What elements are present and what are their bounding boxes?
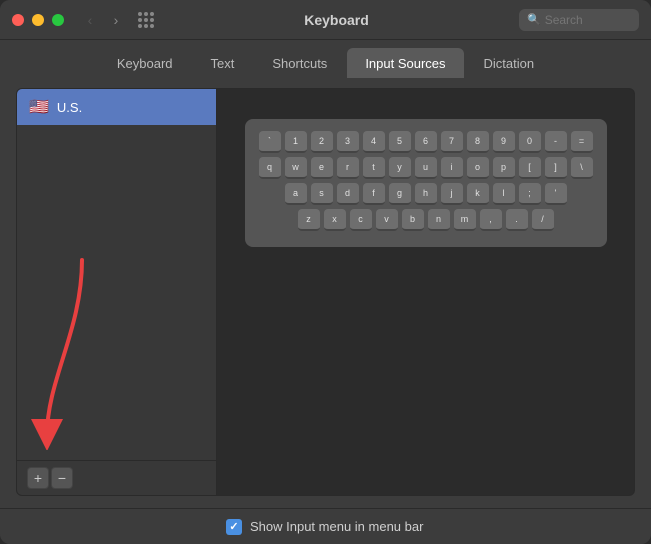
show-input-menu-label: Show Input menu in menu bar: [250, 519, 423, 534]
app-grid-icon[interactable]: [138, 12, 154, 28]
tab-keyboard[interactable]: Keyboard: [99, 48, 191, 78]
key-h: h: [415, 183, 437, 205]
key-1: 1: [285, 131, 307, 153]
tab-input-sources[interactable]: Input Sources: [347, 48, 463, 78]
key-slash: /: [532, 209, 554, 231]
search-icon: 🔍: [527, 13, 541, 26]
checkmark-icon: ✓: [229, 520, 238, 533]
remove-input-button[interactable]: −: [51, 467, 73, 489]
key-j: j: [441, 183, 463, 205]
key-period: .: [506, 209, 528, 231]
key-equals: =: [571, 131, 593, 153]
key-m: m: [454, 209, 476, 231]
key-n: n: [428, 209, 450, 231]
checkbox-container: ✓ Show Input menu in menu bar: [226, 519, 423, 535]
key-v: v: [376, 209, 398, 231]
title-bar: ‹ › Keyboard 🔍: [0, 0, 651, 40]
key-d: d: [337, 183, 359, 205]
key-w: w: [285, 157, 307, 179]
key-8: 8: [467, 131, 489, 153]
keyboard-row-2: q w e r t y u i o p [ ] \: [259, 157, 593, 179]
flag-icon: 🇺🇸: [29, 97, 49, 117]
arrow-annotation: [27, 250, 107, 450]
key-rbracket: ]: [545, 157, 567, 179]
key-z: z: [298, 209, 320, 231]
tab-text[interactable]: Text: [193, 48, 253, 78]
search-box[interactable]: 🔍: [519, 9, 639, 31]
key-o: o: [467, 157, 489, 179]
traffic-lights: [12, 14, 64, 26]
key-t: t: [363, 157, 385, 179]
key-a: a: [285, 183, 307, 205]
tab-bar: Keyboard Text Shortcuts Input Sources Di…: [0, 40, 651, 78]
key-comma: ,: [480, 209, 502, 231]
key-quote: ': [545, 183, 567, 205]
key-minus: -: [545, 131, 567, 153]
keyboard-visual: ` 1 2 3 4 5 6 7 8 9 0 - =: [245, 119, 607, 247]
panel: 🇺🇸 U.S. +: [16, 88, 635, 496]
key-f: f: [363, 183, 385, 205]
key-r: r: [337, 157, 359, 179]
sidebar-footer: + −: [17, 460, 216, 495]
key-u: u: [415, 157, 437, 179]
keyboard-row-4: z x c v b n m , . /: [259, 209, 593, 231]
key-5: 5: [389, 131, 411, 153]
nav-buttons: ‹ ›: [80, 10, 126, 30]
key-p: p: [493, 157, 515, 179]
tab-shortcuts[interactable]: Shortcuts: [254, 48, 345, 78]
key-l: l: [493, 183, 515, 205]
key-s: s: [311, 183, 333, 205]
key-6: 6: [415, 131, 437, 153]
key-e: e: [311, 157, 333, 179]
key-q: q: [259, 157, 281, 179]
content-area: 🇺🇸 U.S. +: [0, 78, 651, 508]
key-4: 4: [363, 131, 385, 153]
key-0: 0: [519, 131, 541, 153]
tab-dictation[interactable]: Dictation: [466, 48, 553, 78]
minimize-button[interactable]: [32, 14, 44, 26]
key-c: c: [350, 209, 372, 231]
keyboard-row-3: a s d f g h j k l ; ': [259, 183, 593, 205]
bottom-bar: ✓ Show Input menu in menu bar: [0, 508, 651, 544]
key-semicolon: ;: [519, 183, 541, 205]
sidebar-arrow-area: [17, 125, 216, 460]
maximize-button[interactable]: [52, 14, 64, 26]
key-g: g: [389, 183, 411, 205]
keyboard-preview-area: ` 1 2 3 4 5 6 7 8 9 0 - =: [217, 89, 634, 495]
key-backslash: \: [571, 157, 593, 179]
key-i: i: [441, 157, 463, 179]
window-title: Keyboard: [154, 12, 519, 28]
keyboard-row-1: ` 1 2 3 4 5 6 7 8 9 0 - =: [259, 131, 593, 153]
key-k: k: [467, 183, 489, 205]
add-input-button[interactable]: +: [27, 467, 49, 489]
forward-button[interactable]: ›: [106, 10, 126, 30]
key-y: y: [389, 157, 411, 179]
show-input-menu-checkbox[interactable]: ✓: [226, 519, 242, 535]
key-9: 9: [493, 131, 515, 153]
key-3: 3: [337, 131, 359, 153]
key-2: 2: [311, 131, 333, 153]
keyboard-window: ‹ › Keyboard 🔍 Keyboard Text Shortcuts I…: [0, 0, 651, 544]
key-b: b: [402, 209, 424, 231]
sidebar-item-us[interactable]: 🇺🇸 U.S.: [17, 89, 216, 125]
search-input[interactable]: [545, 13, 631, 27]
key-lbracket: [: [519, 157, 541, 179]
key-7: 7: [441, 131, 463, 153]
key-x: x: [324, 209, 346, 231]
key-backtick: `: [259, 131, 281, 153]
back-button[interactable]: ‹: [80, 10, 100, 30]
sidebar-item-label: U.S.: [57, 100, 82, 115]
sidebar: 🇺🇸 U.S. +: [17, 89, 217, 495]
close-button[interactable]: [12, 14, 24, 26]
